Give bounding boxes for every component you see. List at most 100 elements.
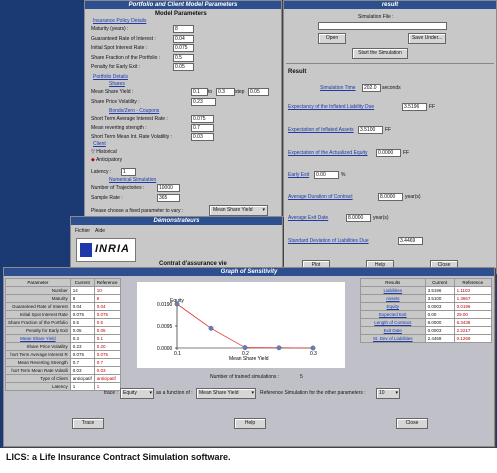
mean-share-label: Mean Share Yield : bbox=[91, 89, 134, 95]
menu-fichier[interactable]: Fichier bbox=[75, 228, 90, 234]
row-label-cell: Length of Contract bbox=[360, 318, 426, 327]
portfolio-details-link[interactable]: Portfolio Details bbox=[93, 74, 128, 80]
param-field-input[interactable]: 0.075 bbox=[173, 44, 194, 52]
current-value-cell[interactable]: 0.075 bbox=[69, 310, 95, 319]
current-value-cell[interactable]: 3.5196 bbox=[424, 286, 455, 295]
reference-simulation-select[interactable]: 10 ▾ bbox=[376, 388, 400, 399]
sensitivity-chart: Equity Mean Share Yield 0.01900.00950.00… bbox=[137, 282, 345, 368]
mean-share-to-input[interactable]: 0.3 bbox=[216, 88, 235, 96]
row-label-cell: hort Term Average Interest R bbox=[5, 350, 71, 359]
current-value-cell[interactable]: 0.04 bbox=[69, 302, 95, 311]
logo-mark bbox=[80, 243, 92, 257]
current-value-cell[interactable]: 0.0003 bbox=[424, 302, 455, 311]
bond-field-input[interactable]: 0.075 bbox=[191, 115, 214, 123]
current-value-cell[interactable]: 0.3 bbox=[69, 334, 95, 343]
table-row: Expected Exit 0.00 29.00 bbox=[360, 310, 493, 319]
function-of-select-value: Mean Share Yield bbox=[199, 390, 239, 396]
numerical-simulation-link[interactable]: Numerical Simulation bbox=[109, 177, 156, 183]
result-row-label[interactable]: Standard Deviation of Liabilities Due bbox=[288, 238, 369, 244]
result-row-label[interactable]: Expectation of Inflated Assets bbox=[288, 127, 354, 133]
param-field-label: Share Fraction of the Portfolio : bbox=[91, 54, 161, 61]
current-value-cell[interactable]: 0.05 bbox=[69, 326, 95, 335]
param-field-input[interactable]: 8 bbox=[173, 25, 194, 33]
current-value-cell[interactable]: 8 bbox=[69, 294, 95, 303]
row-label-cell: Share Price Volatility bbox=[5, 342, 71, 351]
current-value-cell[interactable]: 0.03 bbox=[69, 366, 95, 375]
client-link[interactable]: Client bbox=[93, 141, 106, 147]
bond-field-input[interactable]: 0.7 bbox=[191, 124, 214, 132]
result-row-label[interactable]: Average Exit Date bbox=[288, 215, 328, 221]
param-field-input[interactable]: 0.05 bbox=[173, 63, 194, 71]
current-value-cell[interactable]: 0.00 bbox=[424, 310, 455, 319]
function-of-select[interactable]: Mean Share Yield ▾ bbox=[196, 388, 256, 399]
simulation-file-label: Simulation File : bbox=[358, 14, 394, 20]
chevron-down-icon: ▾ bbox=[262, 207, 265, 213]
current-value-cell[interactable]: 14 bbox=[69, 286, 95, 295]
trajectories-input[interactable]: 10000 bbox=[157, 184, 180, 192]
graph-close-button[interactable]: Close bbox=[396, 418, 428, 429]
shares-link[interactable]: Shares bbox=[109, 81, 125, 87]
y-tick-label: 0.0095 bbox=[157, 324, 173, 330]
table-header-cell: Current bbox=[69, 278, 95, 287]
sample-rate-input[interactable]: 365 bbox=[157, 194, 180, 202]
param-field-label: Guaranteed Rate of Interest : bbox=[91, 35, 156, 42]
results-table: Results Current Reference Liabilities 3.5196… bbox=[360, 278, 493, 343]
current-value-cell[interactable]: 0.23 bbox=[69, 342, 95, 351]
current-value-cell[interactable]: 0.7 bbox=[69, 358, 95, 367]
result-row-unit: FF bbox=[403, 150, 410, 156]
param-field-input[interactable]: 0.5 bbox=[173, 53, 194, 62]
row-label-cell: Assets bbox=[360, 294, 426, 303]
mean-share-from-input[interactable]: 0.1 bbox=[191, 88, 208, 96]
insurance-policy-link[interactable]: Insurance Policy Details bbox=[93, 18, 146, 24]
bond-field-input[interactable]: 0.03 bbox=[191, 133, 214, 141]
result-row-label[interactable]: Average Duration of Contract bbox=[288, 194, 353, 200]
radio-anticipatory[interactable]: ◆ Anticipatory bbox=[91, 157, 122, 163]
save-under-button[interactable]: Save Under... bbox=[408, 33, 446, 44]
equity-data-point bbox=[310, 345, 316, 351]
table-header-row: Results Current Reference bbox=[360, 278, 493, 287]
result-row-label[interactable]: Early Exit bbox=[288, 172, 309, 178]
trace-button[interactable]: Trace bbox=[72, 418, 104, 429]
result-row-value: 3.4469 bbox=[398, 237, 423, 245]
share-volatility-input[interactable]: 0.23 bbox=[191, 98, 216, 106]
parameters-window: Portfolio and Client Model Parameters Mo… bbox=[84, 0, 282, 234]
current-value-cell[interactable]: 3.5100 bbox=[424, 294, 455, 303]
current-value-cell[interactable]: anticipatif bbox=[69, 374, 95, 383]
result-row-label[interactable]: Expectancy of the Inflated Liability Due bbox=[288, 104, 374, 110]
reference-value-cell: 1.3667 bbox=[453, 294, 493, 303]
trajectories-label: Number of Trajectories : bbox=[91, 185, 145, 191]
trained-simulations-label: Number of trained simulations : bbox=[210, 374, 280, 380]
result-row-value: 3.5100 bbox=[358, 126, 383, 134]
simulation-time-link[interactable]: Simulation Time bbox=[320, 85, 356, 91]
menu-aide[interactable]: Aide bbox=[95, 228, 105, 234]
current-value-cell[interactable]: 2.4469 bbox=[424, 334, 455, 343]
simulation-file-input[interactable] bbox=[318, 22, 447, 30]
x-tick-label: 0.2 bbox=[242, 351, 249, 357]
radio-anticipatory-label: Anticipatory bbox=[95, 157, 123, 163]
current-value-cell[interactable]: 0.075 bbox=[69, 350, 95, 359]
param-field-input[interactable]: 0.04 bbox=[173, 34, 194, 43]
graph-help-button[interactable]: Help bbox=[234, 418, 266, 429]
parameters-window-title: Portfolio and Client Model Parameters bbox=[85, 1, 281, 9]
table-header-cell: Reference bbox=[453, 278, 493, 287]
open-button[interactable]: Open bbox=[318, 33, 346, 44]
reference-value-cell: 0.075 bbox=[93, 310, 121, 319]
current-value-cell[interactable]: 0.5 bbox=[69, 318, 95, 327]
table-row: Share Fraction of the Portfolio 0.5 0.5 bbox=[5, 318, 121, 327]
bonds-link[interactable]: Bonds/Zero - Coupons bbox=[109, 108, 159, 114]
current-value-cell[interactable]: 0.0003 bbox=[424, 326, 455, 335]
row-label-cell: St. Dev of Liabilities bbox=[360, 334, 426, 343]
row-label-cell: Equity bbox=[360, 302, 426, 311]
table-row: Liabilities 3.5196 1.1103 bbox=[360, 286, 493, 295]
current-value-cell[interactable]: 1 bbox=[69, 382, 95, 391]
vary-parameter-select[interactable]: Mean Share Yield ▾ bbox=[209, 205, 268, 216]
mean-share-step-input[interactable]: 0.05 bbox=[248, 88, 269, 96]
result-window: result Simulation File : Open Save Under… bbox=[283, 0, 497, 274]
trace-select[interactable]: Equity ▾ bbox=[120, 388, 154, 399]
radio-historical[interactable]: ▽ Historical bbox=[91, 149, 117, 155]
result-row-label[interactable]: Expectation of the Actualized Equity bbox=[288, 150, 368, 156]
current-value-cell[interactable]: 8.0000 bbox=[424, 318, 455, 327]
table-row: Exit Date 0.0003 2.2217 bbox=[360, 326, 493, 335]
latency-input[interactable]: 1 bbox=[121, 168, 136, 176]
start-simulation-button[interactable]: Start the Simulation bbox=[352, 48, 408, 59]
